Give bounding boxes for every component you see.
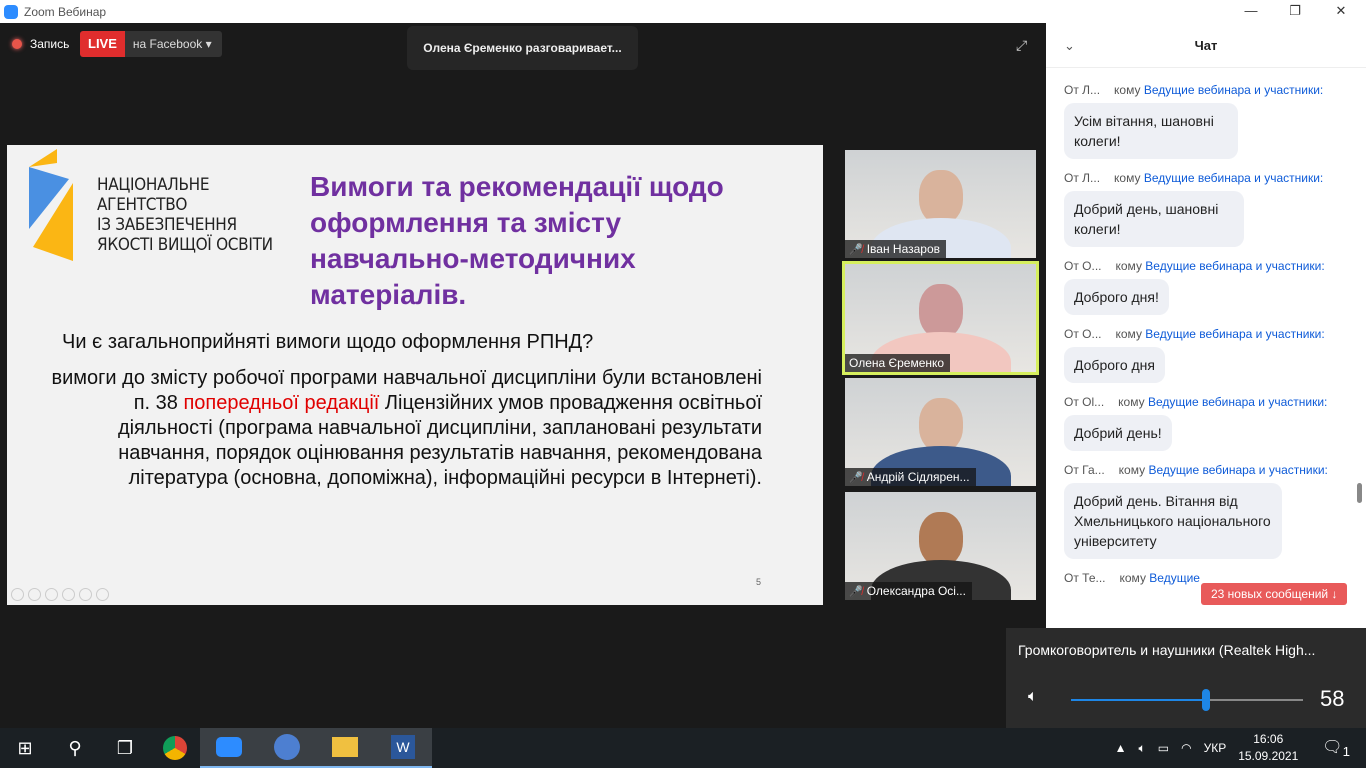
participant-name: Олександра Осі... <box>866 584 966 598</box>
volume-value: 58 <box>1320 686 1345 711</box>
record-dot-icon <box>12 39 22 49</box>
slide-controls[interactable] <box>11 588 109 601</box>
system-tray: ▲ 🔈︎ ▭ ◠ УКР 16:06 15.09.2021 🗨︎1 <box>1115 728 1366 768</box>
participant-name: Іван Назаров <box>866 242 941 256</box>
chat-messages: От Л... кому Ведущие вебинара и участники… <box>1064 83 1354 591</box>
fullscreen-icon[interactable]: ⤢ <box>1016 37 1027 54</box>
taskbar: ⊞ ⚲ ❐ W ▲ 🔈︎ ▭ ◠ УКР 16:06 15.09.2021 🗨︎1 <box>0 728 1366 768</box>
new-messages-button[interactable]: 23 новых сообщений ↓ <box>1201 583 1348 605</box>
wifi-icon[interactable]: ◠ <box>1181 741 1191 755</box>
start-button[interactable]: ⊞ <box>0 728 50 768</box>
audio-device-name: Громкоговоритель и наушники (Realtek Hig… <box>1018 642 1316 658</box>
video-tile[interactable]: 🎤̸ Іван Назаров <box>845 150 1036 258</box>
slide-question: Чи є загальноприйняті вимоги щодо оформл… <box>62 331 594 353</box>
chat-message: От Ol... кому Ведущие вебинара и участник… <box>1064 395 1354 463</box>
minimize-button[interactable]: — <box>1228 0 1274 22</box>
window-title: Zoom Вебинар <box>24 4 107 19</box>
chevron-down-icon[interactable]: ⌄ <box>1064 23 1075 68</box>
chat-message: От Л... кому Ведущие вебинара и участники… <box>1064 171 1354 259</box>
video-tile[interactable]: 🎤̸ Андрій Сідлярен... <box>845 378 1036 486</box>
clock[interactable]: 16:06 15.09.2021 <box>1238 731 1298 765</box>
slide-body: вимоги до змісту робочої програми навчал… <box>51 367 762 489</box>
app-taskbar-icon[interactable] <box>258 728 316 768</box>
record-label: Запись <box>30 37 70 51</box>
chat-message: От О... кому Ведущие вебинара и участники… <box>1064 259 1354 327</box>
meeting-area: Запись LIVE на Facebook ▾ Олена Єременко … <box>0 23 1046 728</box>
recording-indicator[interactable]: Запись <box>12 37 69 51</box>
participant-name: Андрій Сідлярен... <box>866 470 970 484</box>
live-badge: LIVE <box>80 31 125 57</box>
active-speaker-notice: Олена Єременко разговаривает... <box>407 26 638 70</box>
zoom-logo-icon <box>4 4 18 19</box>
zoom-taskbar-icon[interactable] <box>200 728 258 768</box>
chat-message: От Л... кому Ведущие вебинара и участники… <box>1064 83 1354 171</box>
shared-slide: НАЦІОНАЛЬНЕ АГЕНТСТВО ІЗ ЗАБЕЗПЕЧЕННЯ ЯКОСТ… <box>7 145 823 605</box>
volume-icon[interactable]: 🔈︎ <box>1139 741 1146 756</box>
chat-message: От Га... кому Ведущие вебинара и участник… <box>1064 463 1354 571</box>
muted-mic-icon: 🎤̸ <box>849 585 863 598</box>
volume-slider[interactable] <box>1071 689 1303 711</box>
task-view-icon[interactable]: ❐ <box>100 728 150 768</box>
word-icon[interactable]: W <box>374 728 432 768</box>
live-stream-button[interactable]: LIVE на Facebook ▾ <box>80 31 222 57</box>
live-target: на Facebook ▾ <box>124 31 222 57</box>
organization-name: НАЦІОНАЛЬНЕ АГЕНТСТВО ІЗ ЗАБЕЗПЕЧЕННЯ ЯКОСТ… <box>97 175 273 255</box>
speaker-icon[interactable]: 🔈︎ <box>1028 688 1038 706</box>
chat-message: От О... кому Ведущие вебинара и участники… <box>1064 327 1354 395</box>
muted-mic-icon: 🎤̸ <box>849 243 863 256</box>
chat-scrollbar[interactable] <box>1356 68 1364 718</box>
video-tile[interactable]: 🎤̸ Олександра Осі... <box>845 492 1036 600</box>
title-bar: Zoom Вебинар — ❐ ✕ <box>0 0 1366 23</box>
chat-panel: ⌄ Чат От Л... кому Ведущие вебинара и учас… <box>1046 23 1366 728</box>
muted-mic-icon: 🎤̸ <box>849 471 863 484</box>
notifications-icon[interactable]: 🗨︎1 <box>1322 737 1350 759</box>
language-indicator[interactable]: УКР <box>1204 741 1227 755</box>
naqa-logo-icon <box>29 149 73 261</box>
volume-flyout: Громкоговоритель и наушники (Realtek Hig… <box>1006 628 1366 728</box>
restore-button[interactable]: ❐ <box>1272 0 1318 22</box>
search-icon[interactable]: ⚲ <box>50 728 100 768</box>
file-explorer-icon[interactable] <box>316 728 374 768</box>
chrome-icon[interactable] <box>150 728 200 768</box>
show-hidden-icons[interactable]: ▲ <box>1115 741 1127 755</box>
slide-page-number: 5 <box>755 577 761 587</box>
participant-name: Олена Єременко <box>849 356 945 370</box>
video-tile-active-speaker[interactable]: Олена Єременко <box>842 261 1039 375</box>
slide-title: Вимоги та рекомендації щодо оформлення т… <box>310 171 724 310</box>
battery-icon[interactable]: ▭ <box>1158 741 1169 755</box>
chat-title: Чат <box>1194 38 1218 53</box>
close-button[interactable]: ✕ <box>1318 0 1364 22</box>
